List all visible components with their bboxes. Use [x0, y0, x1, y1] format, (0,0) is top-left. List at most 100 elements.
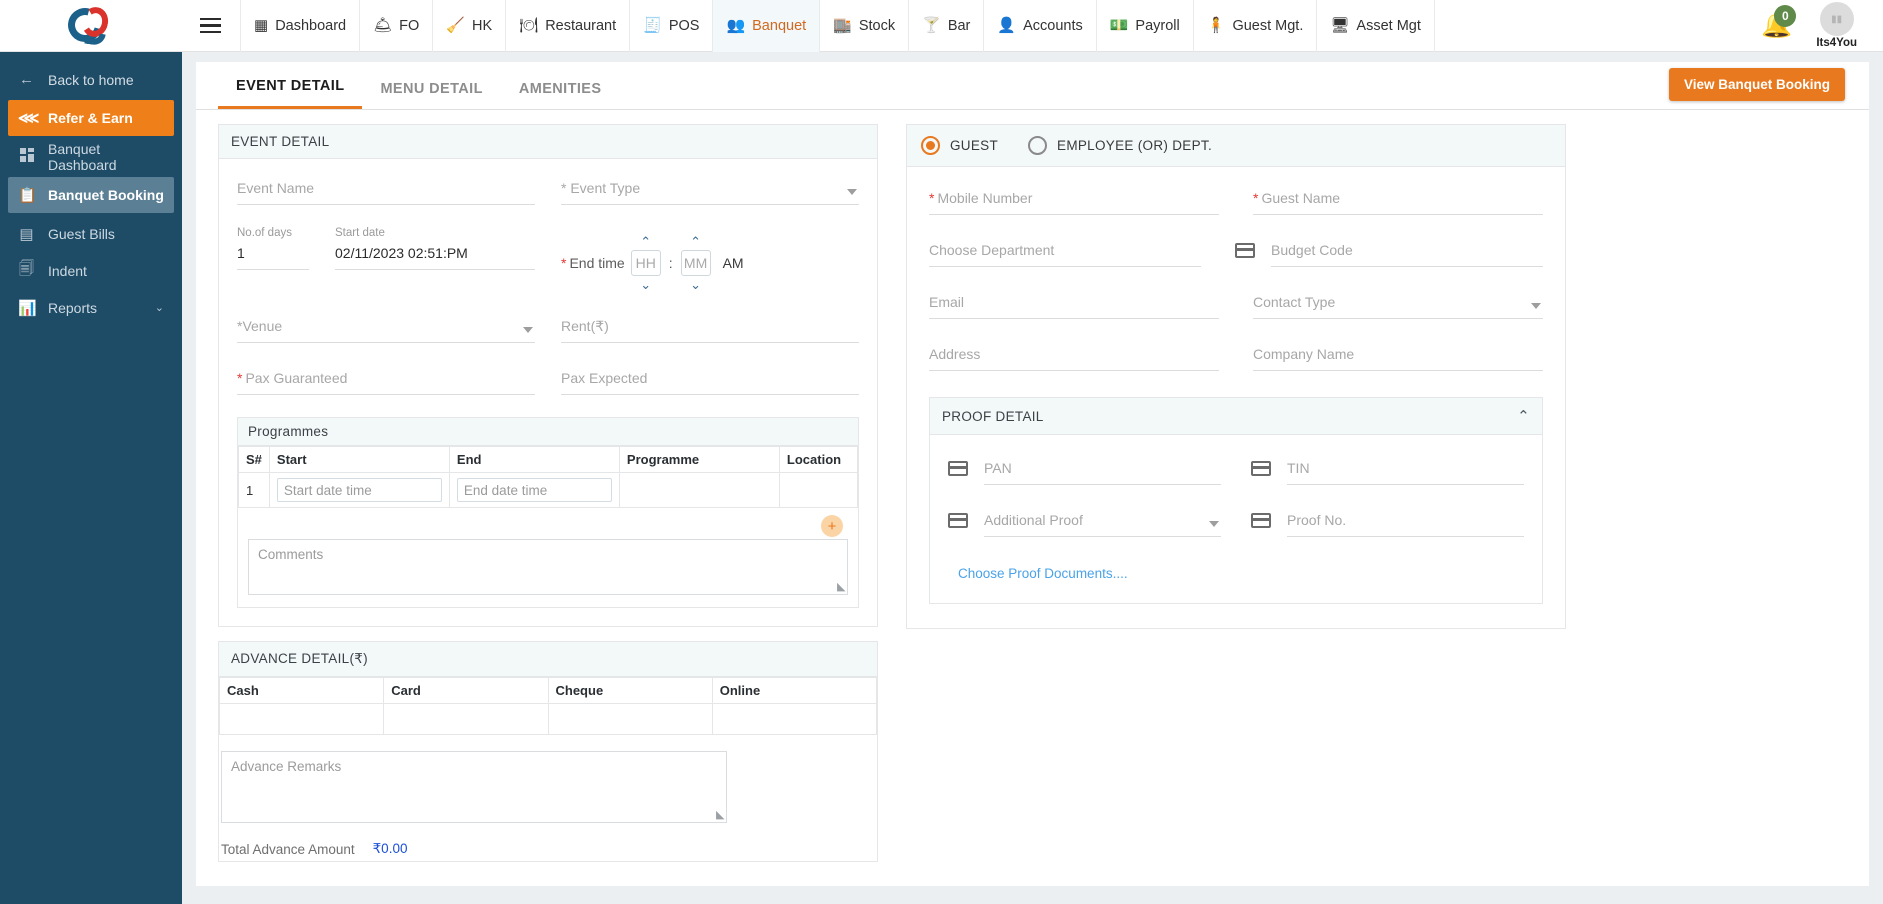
chevron-down-icon[interactable]	[523, 327, 533, 333]
app-logo[interactable]	[0, 0, 182, 52]
company-name-placeholder: Company Name	[1253, 341, 1543, 371]
email-placeholder: Email	[929, 289, 1219, 319]
arrow-left-icon: ←	[19, 71, 34, 88]
chevron-down-icon[interactable]: ⌄	[640, 278, 651, 291]
rent-field[interactable]: Rent(₹)	[561, 313, 859, 343]
nav-item-dashboard[interactable]: ▦ Dashboard	[240, 0, 359, 52]
advance-cheque-cell[interactable]	[547, 703, 713, 735]
end-time-minute-stepper[interactable]: ⌃ MM ⌄	[680, 235, 711, 291]
contact-type-select[interactable]: Contact Type	[1253, 289, 1543, 319]
view-banquet-booking-button[interactable]: View Banquet Booking	[1668, 68, 1845, 101]
advance-remarks-textarea[interactable]: Advance Remarks ◢	[221, 751, 727, 823]
nav-item-accounts[interactable]: 👤 Accounts	[983, 0, 1095, 52]
nav-item-guest-mgt[interactable]: 🧍 Guest Mgt.	[1192, 0, 1317, 52]
company-name-field[interactable]: Company Name	[1253, 341, 1543, 371]
programme-end-input[interactable]: End date time	[456, 478, 612, 502]
proof-detail-panel-header[interactable]: PROOF DETAIL ⌃	[930, 398, 1542, 435]
guest-management-icon: 🧍	[1206, 17, 1226, 34]
choose-department-field[interactable]: Choose Department	[929, 237, 1201, 267]
hamburger-menu-icon[interactable]	[190, 0, 230, 52]
radio-guest[interactable]: GUEST	[921, 136, 998, 155]
nav-item-payroll[interactable]: 💵 Payroll	[1095, 0, 1193, 52]
card-icon	[1251, 513, 1271, 528]
sidebar-item-banquet-booking[interactable]: 📋 Banquet Booking	[8, 177, 174, 213]
add-programme-button[interactable]: +	[821, 515, 843, 537]
venue-select[interactable]: *Venue	[237, 313, 535, 343]
advance-col-cheque: Cheque	[547, 677, 713, 704]
chevron-down-icon[interactable]: ⌄	[690, 278, 701, 291]
sidebar-item-indent[interactable]: 🗐 Indent	[8, 254, 174, 287]
nav-item-restaurant[interactable]: 🍽 Restaurant	[505, 0, 629, 52]
nav-item-bar[interactable]: 🍸 Bar	[908, 0, 983, 52]
programme-location-cell[interactable]	[778, 472, 859, 508]
address-field[interactable]: Address	[929, 341, 1219, 371]
nav-item-fo[interactable]: 🛎 FO	[359, 0, 432, 52]
guest-name-field[interactable]: * Guest Name	[1253, 185, 1543, 215]
nav-item-pos[interactable]: 🧾 POS	[629, 0, 712, 52]
end-time-hour-value[interactable]: HH	[630, 250, 661, 276]
mobile-number-field[interactable]: * Mobile Number	[929, 185, 1219, 215]
advance-cash-cell[interactable]	[218, 703, 385, 735]
chevron-up-icon[interactable]: ⌃	[640, 235, 651, 248]
table-row: 1 Start date time End date time	[238, 472, 859, 508]
end-time-hour-stepper[interactable]: ⌃ HH ⌄	[630, 235, 661, 291]
nav-item-label: HK	[472, 17, 493, 34]
event-type-select[interactable]: * Event Type	[561, 175, 859, 205]
sidebar-item-label: Banquet Dashboard	[48, 140, 117, 173]
end-time-minute-value[interactable]: MM	[680, 250, 711, 276]
nav-item-stock[interactable]: 🏬 Stock	[819, 0, 908, 52]
comments-textarea[interactable]: Comments ◢	[248, 539, 848, 595]
pax-expected-field[interactable]: Pax Expected	[561, 365, 859, 395]
sidebar-item-guest-bills[interactable]: ▤ Guest Bills	[8, 217, 174, 250]
sidebar-item-reports[interactable]: 📊 Reports ⌄	[8, 291, 174, 324]
event-name-field[interactable]: Event Name	[237, 175, 535, 205]
sidebar-item-banquet-dashboard[interactable]: Banquet Dashboard	[8, 140, 174, 173]
advance-online-cell[interactable]	[711, 703, 878, 735]
payroll-icon: 💵	[1109, 17, 1129, 34]
mobile-number-placeholder: Mobile Number	[937, 190, 1033, 206]
advance-card-cell[interactable]	[383, 703, 549, 735]
programme-start-cell[interactable]: Start date time	[268, 472, 450, 508]
budget-code-field[interactable]: Budget Code	[1235, 237, 1543, 267]
resize-handle-icon[interactable]: ◢	[716, 808, 724, 821]
proof-no-field[interactable]: Proof No.	[1251, 507, 1524, 537]
programme-start-input[interactable]: Start date time	[276, 478, 442, 502]
nav-item-asset-mgt[interactable]: 🖥 Asset Mgt	[1316, 0, 1435, 52]
programme-end-cell[interactable]: End date time	[448, 472, 620, 508]
nav-item-hk[interactable]: 🧹 HK	[432, 0, 505, 52]
chevron-up-icon[interactable]: ⌃	[1517, 407, 1530, 425]
end-time-meridiem-toggle[interactable]: AM	[723, 255, 744, 271]
proof-detail-title: PROOF DETAIL	[942, 408, 1044, 424]
nav-item-banquet[interactable]: 👥 Banquet	[712, 0, 820, 52]
chevron-down-icon[interactable]: ⌄	[155, 301, 164, 314]
no-of-days-field[interactable]: No.of days 1	[237, 227, 309, 270]
user-profile-button[interactable]: ▮▮ Its4You	[1816, 2, 1857, 49]
pan-field[interactable]: PAN	[948, 455, 1221, 485]
chevron-up-icon[interactable]: ⌃	[690, 235, 701, 248]
accounts-icon: 👤	[997, 17, 1017, 34]
tab-amenities[interactable]: AMENITIES	[501, 81, 620, 109]
mobile-required-star: *	[929, 190, 935, 206]
start-date-field[interactable]: Start date 02/11/2023 02:51:PM	[335, 227, 535, 270]
choose-proof-documents-link[interactable]: Choose Proof Documents....	[958, 566, 1128, 581]
card-icon	[948, 461, 968, 476]
tin-field[interactable]: TIN	[1251, 455, 1524, 485]
event-name-placeholder: Event Name	[237, 175, 535, 205]
notifications-bell-button[interactable]: 🔔 0	[1756, 4, 1797, 43]
email-field[interactable]: Email	[929, 289, 1219, 319]
chevron-down-icon[interactable]	[1209, 521, 1219, 527]
additional-proof-select[interactable]: Additional Proof	[948, 507, 1221, 537]
chevron-down-icon[interactable]	[1531, 303, 1541, 309]
tab-event-detail[interactable]: EVENT DETAIL	[218, 78, 363, 109]
tab-menu-detail[interactable]: MENU DETAIL	[362, 81, 500, 109]
sidebar-item-back-to-home[interactable]: ← Back to home	[8, 63, 174, 96]
end-time-field[interactable]: * End time ⌃ HH ⌄ : ⌃ MM ⌄ AM	[561, 235, 859, 291]
sidebar-item-refer-earn[interactable]: ⋘ Refer & Earn	[8, 100, 174, 136]
chevron-down-icon[interactable]	[847, 189, 857, 195]
proof-detail-panel: PROOF DETAIL ⌃ PAN TIN Additional Proof …	[929, 397, 1543, 604]
resize-handle-icon[interactable]: ◢	[837, 580, 845, 593]
programme-name-cell[interactable]	[618, 472, 780, 508]
radio-employee-dept[interactable]: EMPLOYEE (OR) DEPT.	[1028, 136, 1212, 155]
pax-guaranteed-field[interactable]: * Pax Guaranteed	[237, 365, 535, 395]
event-detail-panel-title: EVENT DETAIL	[231, 134, 330, 149]
